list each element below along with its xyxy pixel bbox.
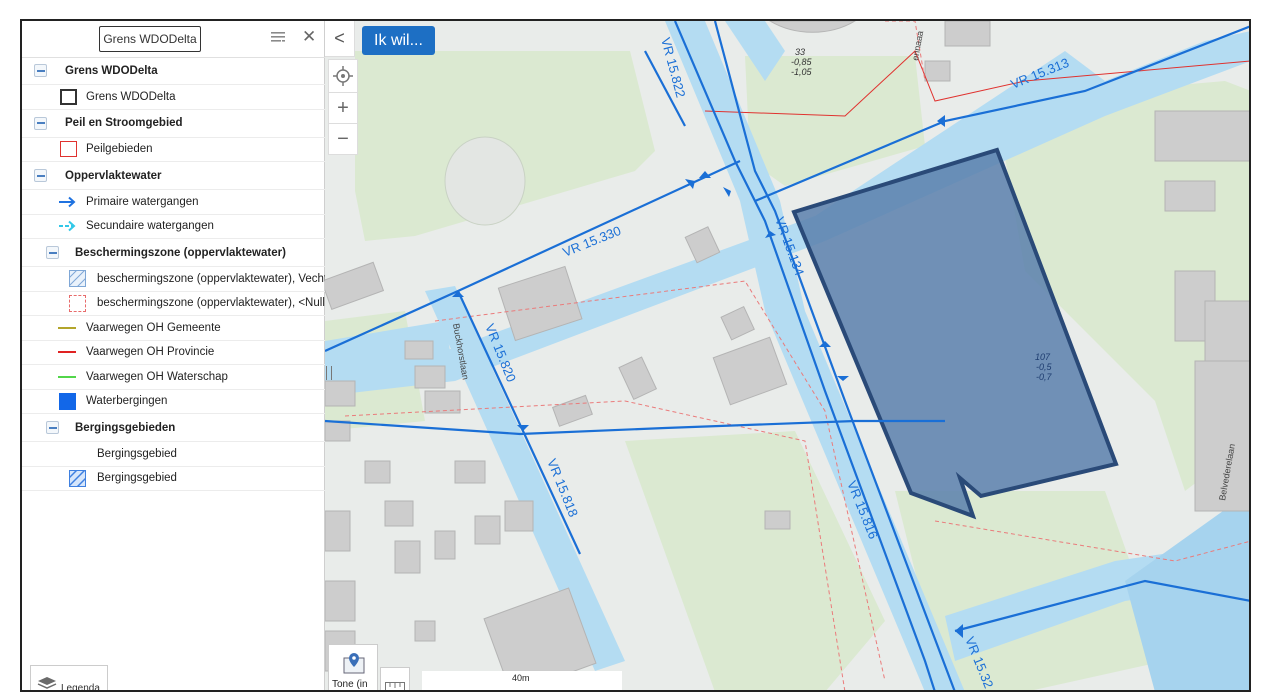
legend-item-label: Grens WDODelta xyxy=(86,90,176,103)
legend-group-title: Peil en Stroomgebied xyxy=(65,117,183,129)
close-icon[interactable]: ✕ xyxy=(302,27,316,47)
legend-item-label: Vaarwegen OH Waterschap xyxy=(86,370,228,383)
legend-group-bergingsgebieden[interactable]: Bergingsgebieden xyxy=(22,414,325,442)
arrow-right-icon xyxy=(59,196,76,207)
crosshair-icon xyxy=(333,65,353,86)
map-pin-icon xyxy=(343,653,365,674)
ik-wil-button[interactable]: Ik wil... xyxy=(362,26,435,55)
level-annotation: 33 xyxy=(795,47,805,57)
scale-label: 40m xyxy=(512,673,530,683)
legend-item-vaarwegen-waterschap: Vaarwegen OH Waterschap xyxy=(22,365,325,390)
legend-item-waterbergingen: Waterbergingen xyxy=(22,390,325,414)
collapse-icon[interactable] xyxy=(46,246,59,259)
legend-item-label: beschermingszone (oppervlaktewater), <Nu… xyxy=(97,297,332,310)
legend-item-label: beschermingszone (oppervlaktewater), Vec… xyxy=(97,272,328,285)
zoom-in-button[interactable]: + xyxy=(329,92,357,124)
legend-group-grens[interactable]: Grens WDODelta xyxy=(22,57,325,85)
zoom-out-button[interactable]: − xyxy=(329,123,357,155)
legend-item-label: Waterbergingen xyxy=(86,395,168,408)
map-canvas[interactable]: VR 15.822 VR 15.313 VR 15.330 VR 15.134 … xyxy=(325,21,1249,690)
square-outline-icon xyxy=(60,88,77,105)
collapse-icon[interactable] xyxy=(46,421,59,434)
legend-group-beschermingszone[interactable]: Beschermingszone (oppervlaktewater) xyxy=(22,239,325,267)
basin-annotation: -0,5 xyxy=(1036,362,1053,372)
legend-group-title: Beschermingszone (oppervlaktewater) xyxy=(75,246,286,259)
legend-group-title: Oppervlaktewater xyxy=(65,169,162,182)
locate-button[interactable] xyxy=(329,60,357,91)
square-outline-icon xyxy=(60,141,77,158)
legend-item-label: Peilgebieden xyxy=(86,143,153,156)
legend-item-bescherming-vecht: beschermingszone (oppervlaktewater), Vec… xyxy=(22,267,328,292)
legend-item-bergingsgebied-2: Bergingsgebied xyxy=(22,467,325,491)
layer-search-input[interactable]: Grens WDODelta xyxy=(99,26,201,52)
tab-label: Legenda xyxy=(61,683,100,692)
layers-icon xyxy=(37,677,57,689)
dashed-arrow-right-icon xyxy=(59,221,76,232)
legend-sidebar: Grens WDODelta ✕ Grens WDODelta Grens WD… xyxy=(22,21,332,692)
app-frame: Grens WDODelta ✕ Grens WDODelta Grens WD… xyxy=(20,19,1251,692)
collapse-icon[interactable] xyxy=(34,64,47,77)
legend-item-grens: Grens WDODelta xyxy=(22,85,325,110)
collapse-icon[interactable] xyxy=(34,169,47,182)
sidebar-footer: Legenda xyxy=(22,661,325,692)
map-tool-button[interactable]: Tone (in xyxy=(328,644,378,690)
sidebar-header: Grens WDODelta ✕ xyxy=(22,21,325,58)
legend-item-bescherming-null: beschermingszone (oppervlaktewater), <Nu… xyxy=(22,292,332,316)
legend-group-peil[interactable]: Peil en Stroomgebied xyxy=(22,110,325,138)
legend-group-title: Grens WDODelta xyxy=(65,64,158,77)
legend-item-label: Primaire watergangen xyxy=(86,195,199,208)
ruler-icon xyxy=(385,682,405,690)
basin-annotation: -0,7 xyxy=(1036,372,1053,382)
legend-item-label: Bergingsgebied xyxy=(97,447,177,460)
pond-area xyxy=(444,136,526,226)
legend-item-label: Vaarwegen OH Gemeente xyxy=(86,321,221,334)
filled-square-icon xyxy=(59,392,76,410)
legend-item-peilgebieden: Peilgebieden xyxy=(22,138,325,162)
legend-item-vaarwegen-gemeente: Vaarwegen OH Gemeente xyxy=(22,316,325,341)
level-annotation: -1,05 xyxy=(791,67,813,77)
list-icon[interactable] xyxy=(270,30,286,46)
hatched-square-icon xyxy=(69,270,86,288)
dashed-square-icon xyxy=(69,294,86,312)
legend-list: Grens WDODelta Grens WDODelta Peil en St… xyxy=(22,57,332,491)
collapse-sidebar-button[interactable]: < xyxy=(325,21,355,57)
line-icon xyxy=(58,351,76,354)
hatched-square-icon xyxy=(69,469,86,487)
line-icon xyxy=(58,375,76,378)
legend-item-label: Vaarwegen OH Provincie xyxy=(86,346,215,359)
map-graphics: VR 15.822 VR 15.313 VR 15.330 VR 15.134 … xyxy=(325,21,1249,690)
resize-handle[interactable] xyxy=(326,366,332,380)
scale-toggle[interactable] xyxy=(380,667,410,690)
tool-label: Tone (in xyxy=(332,679,368,690)
legend-item-vaarwegen-provincie: Vaarwegen OH Provincie xyxy=(22,341,325,365)
legend-item-label: Bergingsgebied xyxy=(97,472,177,485)
basin-annotation: 107 xyxy=(1035,352,1051,362)
legend-item-primaire: Primaire watergangen xyxy=(22,190,325,215)
collapse-icon[interactable] xyxy=(34,116,47,130)
line-icon xyxy=(58,326,76,329)
legend-item-bergingsgebied-1: Bergingsgebied xyxy=(22,442,325,467)
street-label-ennaaa: ennaaa xyxy=(910,30,925,61)
legend-item-secundaire: Secundaire watergangen xyxy=(22,215,325,239)
legend-item-label: Secundaire watergangen xyxy=(86,220,214,233)
tab-legenda[interactable]: Legenda xyxy=(30,665,108,692)
legend-group-oppervlaktewater[interactable]: Oppervlaktewater xyxy=(22,162,325,190)
legend-group-title: Bergingsgebieden xyxy=(75,421,176,434)
scale-bar: 40m xyxy=(422,671,622,690)
level-annotation: -0,85 xyxy=(791,57,813,67)
map-controls: + − xyxy=(328,59,358,155)
